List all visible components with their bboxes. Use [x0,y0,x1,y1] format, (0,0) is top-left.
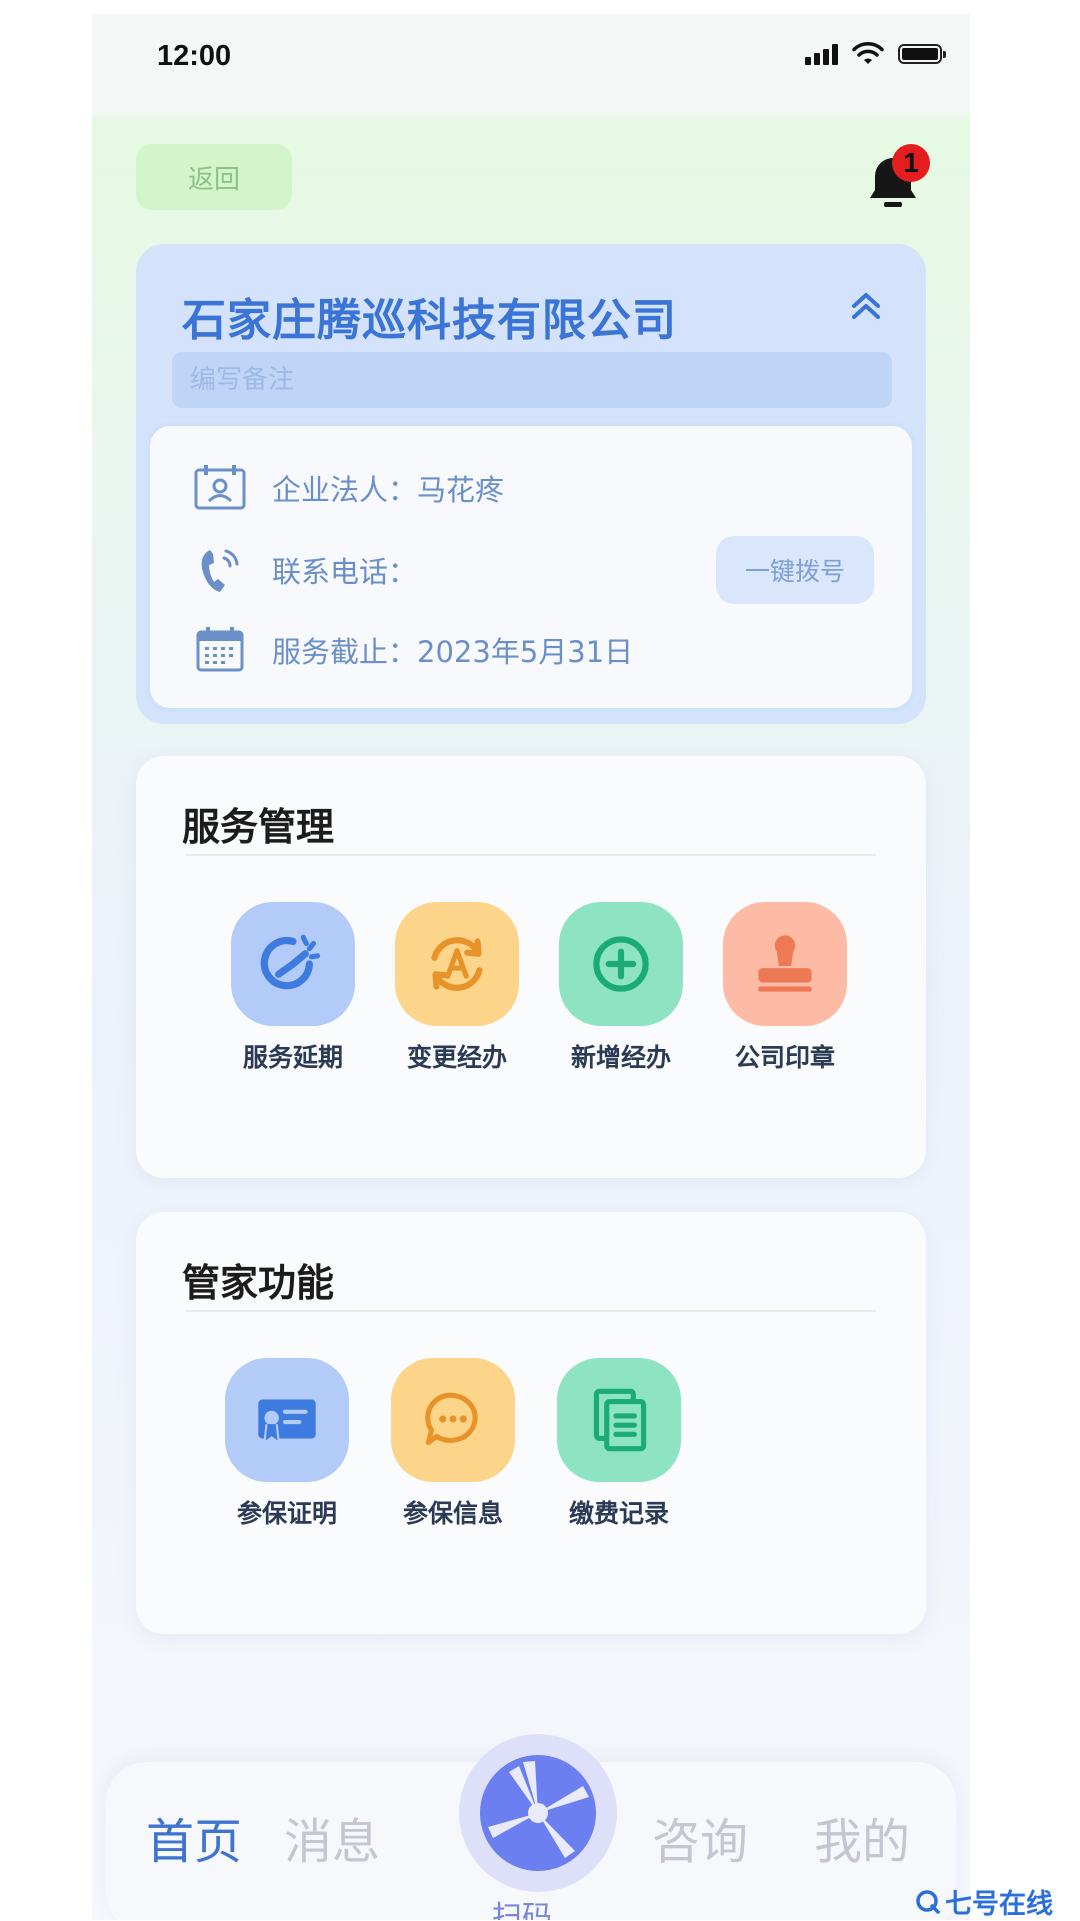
status-icons [805,42,946,66]
watermark-logo-icon [916,1889,940,1914]
feature-label: 新增经办 [570,1043,671,1072]
service-management-section: 服务管理 服务延期 变更经办 新增经办 公司印章 [136,756,926,1178]
section-title: 管家功能 [182,1261,335,1305]
watermark: 七号在线 [915,1882,1053,1921]
company-info-panel: 企业法人： 马花疼 联系电话： 一键拨号 服务截止： 2023年5月31日 [146,422,916,712]
section-title: 服务管理 [182,805,335,849]
divider [186,854,876,856]
calendar-icon [196,627,244,672]
feature-label: 服务延期 [242,1043,343,1072]
feature-label: 变更经办 [406,1043,507,1072]
feature-tile [723,902,847,1026]
legal-person-row: 企业法人： 马花疼 [192,460,504,516]
certificate-icon [258,1399,316,1445]
scan-button[interactable] [459,1734,617,1892]
company-seal-button[interactable]: 公司印章 [710,902,860,1074]
phone-row: 联系电话： [192,542,417,598]
tab-mine[interactable]: 我的 [814,1802,910,1872]
insurance-info-button[interactable]: 参保信息 [378,1358,528,1530]
notification-button[interactable]: 1 [862,144,932,214]
scan-label: 扫码 [492,1900,552,1920]
feature-tile [559,902,683,1026]
feature-tile [395,902,519,1026]
divider [186,1310,876,1312]
watermark-text: 七号在线 [945,1889,1053,1920]
feature-tile [391,1358,515,1482]
phone-label: 联系电话： [272,555,418,589]
insurance-certificate-button[interactable]: 参保证明 [212,1358,362,1530]
service-extension-button[interactable]: 服务延期 [218,902,368,1074]
feature-tile [557,1358,681,1482]
one-click-dial-button[interactable]: 一键拨号 [716,536,874,604]
company-card: 石家庄腾巡科技有限公司 企业法人： 马花疼 [136,244,926,724]
legal-person-value: 马花疼 [417,473,505,507]
chevron-up-icon[interactable] [846,286,886,326]
steward-functions-section: 管家功能 参保证明 参保信息 缴费记录 [136,1212,926,1634]
status-time: 12:00 [157,40,232,72]
records-icon [593,1388,647,1452]
aperture-icon [480,1755,596,1871]
phone-screen: 12:00 返回 1 石家庄腾巡科技有限公司 编写备注 企业法人： 马花疼 联系… [92,14,970,1920]
id-card-icon [194,465,246,510]
feature-tile [225,1358,349,1482]
feature-label: 公司印章 [734,1043,835,1072]
feature-tile [231,902,355,1026]
tab-home[interactable]: 首页 [146,1802,242,1872]
signal-icon [805,43,838,65]
message-icon [425,1392,478,1446]
change-agent-icon [431,937,483,991]
add-agent-button[interactable]: 新增经办 [546,902,696,1074]
back-button[interactable]: 返回 [136,144,292,210]
clock-extend-icon [260,934,321,990]
legal-person-label: 企业法人： [272,473,418,507]
tab-consult[interactable]: 咨询 [652,1802,748,1872]
service-deadline-row: 服务截止： 2023年5月31日 [192,622,633,678]
notification-badge: 1 [892,144,930,182]
note-input[interactable] [172,352,892,408]
feature-label: 参保信息 [402,1499,503,1528]
service-deadline-label: 服务截止： [272,635,418,669]
feature-label: 参保证明 [236,1499,337,1528]
battery-icon [898,44,946,64]
service-deadline-value: 2023年5月31日 [417,635,634,669]
phone-icon [201,549,239,592]
payment-records-button[interactable]: 缴费记录 [544,1358,694,1530]
company-name: 石家庄腾巡科技有限公司 [182,295,677,346]
add-agent-icon [593,936,649,992]
stamp-icon [758,935,812,992]
tab-messages[interactable]: 消息 [284,1802,380,1872]
feature-label: 缴费记录 [568,1499,669,1528]
wifi-icon [852,42,884,64]
change-agent-button[interactable]: 变更经办 [382,902,532,1074]
